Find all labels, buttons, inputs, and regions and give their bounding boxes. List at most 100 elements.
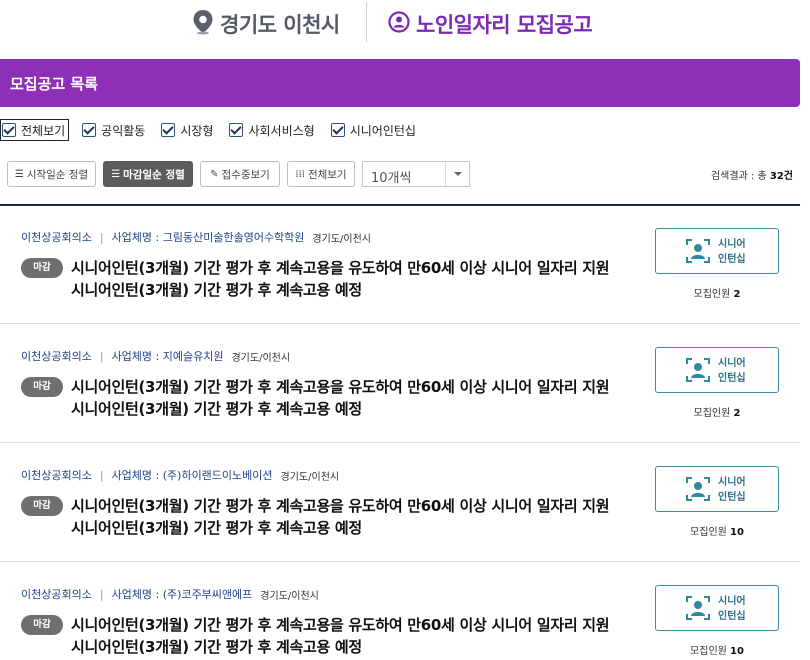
senior-internship-type-card: 시니어 인턴십	[655, 466, 779, 512]
business-name: 사업체명 : (주)하이랜드이노베이션	[111, 469, 273, 482]
checkbox-senior-intern[interactable]	[330, 123, 345, 137]
recruit-label: 모집인원	[690, 527, 731, 538]
type-label-line: 인턴십	[718, 492, 746, 503]
map-pin-icon	[192, 9, 214, 39]
person-frame-icon	[686, 239, 710, 263]
button-label: 전체보기	[307, 168, 347, 181]
senior-internship-type-card: 시니어 인턴십	[655, 347, 779, 393]
filter-label: 시니어인턴십	[349, 123, 416, 138]
status-badge: 마감	[21, 496, 63, 516]
recruit-count: 모집인원 2	[655, 404, 779, 419]
button-label: 시작일순 정렬	[26, 168, 89, 181]
business-name: 사업체명 : 지예슬유치원	[111, 350, 224, 363]
listing-meta: 이천상공회의소 | 사업체명 : 그림동산미술한솔영어수학학원 경기도/이천시	[21, 229, 371, 245]
result-label: 검색결과 : 총	[710, 171, 770, 182]
receiving-filter-button[interactable]: ✎ 접수중보기	[200, 161, 280, 187]
chevron-down-icon[interactable]	[445, 162, 469, 186]
filter-label: 시장형	[180, 123, 214, 138]
listing-title-link[interactable]: 시니어인턴(3개월) 기간 평가 후 계속고용을 유도하여 만60세 이상 시니…	[71, 495, 641, 539]
type-label: 시니어 인턴십	[718, 594, 746, 624]
result-number: 32건	[769, 171, 793, 182]
button-label: 마감일순 정렬	[123, 168, 185, 181]
listing-title-link[interactable]: 시니어인턴(3개월) 기간 평가 후 계속고용을 유도하여 만60세 이상 시니…	[71, 257, 641, 301]
grid-icon: ⁞⁞⁞	[295, 168, 305, 180]
meta-separator: |	[99, 468, 104, 482]
listing-meta: 이천상공회의소 | 사업체명 : (주)하이랜드이노베이션 경기도/이천시	[21, 467, 339, 483]
organization-link[interactable]: 이천상공회의소	[21, 586, 92, 602]
page-size-value: 10개씩	[371, 171, 412, 186]
checkbox-social-service[interactable]	[229, 123, 244, 137]
job-listing-row[interactable]: 이천상공회의소 | 사업체명 : 지예슬유치원 경기도/이천시 마감 시니어인턴…	[0, 325, 800, 443]
page-size-select[interactable]: 10개씩	[362, 161, 470, 187]
button-label: 접수중보기	[221, 168, 270, 181]
listing-meta: 이천상공회의소 | 사업체명 : (주)코주부씨앤에프 경기도/이천시	[21, 586, 319, 602]
listing-location: 경기도/이천시	[312, 233, 371, 245]
job-listing-row[interactable]: 이천상공회의소 | 사업체명 : (주)코주부씨앤에프 경기도/이천시 마감 시…	[0, 563, 800, 660]
type-label-line: 인턴십	[718, 373, 746, 384]
sort-deadline-button[interactable]: ☰ 마감일순 정렬	[103, 161, 193, 187]
filter-social-service[interactable]: 사회서비스형	[229, 119, 315, 141]
listing-title-line: 시니어인턴(3개월) 기간 평가 후 계속고용 예정	[71, 281, 362, 299]
listing-title-line: 시니어인턴(3개월) 기간 평가 후 계속고용 예정	[71, 638, 362, 656]
organization-link[interactable]: 이천상공회의소	[21, 348, 92, 364]
type-label-line: 시니어	[718, 358, 746, 369]
senior-internship-type-card: 시니어 인턴십	[655, 585, 779, 631]
recruit-label: 모집인원	[690, 646, 731, 657]
meta-separator: |	[99, 349, 104, 363]
type-label-line: 시니어	[718, 596, 746, 607]
listing-location: 경기도/이천시	[260, 590, 319, 602]
page-title: 노인일자리 모집공고	[388, 8, 593, 40]
list-toolbar: ☰ 시작일순 정렬 ☰ 마감일순 정렬 ✎ 접수중보기 ⁞⁞⁞ 전체보기 10개…	[0, 161, 800, 187]
filter-label: 공익활동	[101, 123, 146, 138]
listing-title-line: 시니어인턴(3개월) 기간 평가 후 계속고용을 유도하여 만60세 이상 시니…	[71, 497, 610, 515]
organization-link[interactable]: 이천상공회의소	[21, 229, 92, 245]
recruit-number: 10	[730, 646, 744, 657]
view-all-button[interactable]: ⁞⁞⁞ 전체보기	[287, 161, 355, 187]
listing-title-line: 시니어인턴(3개월) 기간 평가 후 계속고용을 유도하여 만60세 이상 시니…	[71, 616, 610, 634]
organization-link[interactable]: 이천상공회의소	[21, 467, 92, 483]
business-name: 사업체명 : (주)코주부씨앤에프	[111, 588, 253, 601]
person-frame-icon	[686, 358, 710, 382]
filter-public-activity[interactable]: 공익활동	[82, 119, 145, 141]
recruit-number: 2	[733, 408, 741, 419]
status-badge: 마감	[21, 258, 63, 278]
meta-separator: |	[99, 230, 104, 244]
person-frame-icon	[686, 596, 710, 620]
recruit-number: 10	[730, 527, 744, 538]
type-label-line: 인턴십	[718, 254, 746, 265]
page-title-text: 노인일자리 모집공고	[416, 13, 593, 37]
filter-market[interactable]: 시장형	[161, 119, 213, 141]
listing-location: 경기도/이천시	[231, 352, 291, 364]
meta-separator: |	[99, 587, 104, 601]
listing-title-line: 시니어인턴(3개월) 기간 평가 후 계속고용을 유도하여 만60세 이상 시니…	[71, 378, 610, 396]
page-header: 경기도 이천시 노인일자리 모집공고	[0, 0, 810, 50]
type-label: 시니어 인턴십	[718, 356, 746, 386]
checkbox-all[interactable]	[2, 123, 16, 137]
type-label: 시니어 인턴십	[718, 475, 746, 505]
checkbox-market[interactable]	[161, 123, 176, 137]
type-label: 시니어 인턴십	[718, 237, 746, 267]
recruit-count: 모집인원 2	[655, 285, 779, 300]
job-listing-row[interactable]: 이천상공회의소 | 사업체명 : 그림동산미술한솔영어수학학원 경기도/이천시 …	[0, 206, 800, 324]
job-listing-row[interactable]: 이천상공회의소 | 사업체명 : (주)하이랜드이노베이션 경기도/이천시 마감…	[0, 444, 800, 562]
type-label-line: 시니어	[718, 477, 746, 488]
checkbox-public-activity[interactable]	[82, 123, 97, 137]
section-title: 모집공고 목록	[10, 75, 99, 93]
section-header: 모집공고 목록	[0, 59, 800, 107]
listing-title-line: 시니어인턴(3개월) 기간 평가 후 계속고용 예정	[71, 400, 362, 418]
pencil-icon: ✎	[210, 168, 219, 180]
location-text: 경기도 이천시	[220, 13, 340, 37]
filter-all[interactable]: 전체보기	[0, 119, 70, 141]
listing-title-link[interactable]: 시니어인턴(3개월) 기간 평가 후 계속고용을 유도하여 만60세 이상 시니…	[71, 614, 641, 658]
filter-senior-intern[interactable]: 시니어인턴십	[330, 119, 416, 141]
search-result-count: 검색결과 : 총 32건	[711, 167, 793, 182]
listing-title-link[interactable]: 시니어인턴(3개월) 기간 평가 후 계속고용을 유도하여 만60세 이상 시니…	[71, 376, 641, 420]
sort-start-date-button[interactable]: ☰ 시작일순 정렬	[7, 161, 96, 187]
status-badge: 마감	[21, 377, 63, 397]
listing-meta: 이천상공회의소 | 사업체명 : 지예슬유치원 경기도/이천시	[21, 348, 290, 364]
recruit-count: 모집인원 10	[655, 642, 779, 657]
business-name: 사업체명 : 그림동산미술한솔영어수학학원	[111, 231, 305, 244]
senior-internship-type-card: 시니어 인턴십	[655, 228, 779, 274]
list-icon: ☰	[111, 168, 121, 180]
person-circle-icon	[388, 11, 410, 37]
